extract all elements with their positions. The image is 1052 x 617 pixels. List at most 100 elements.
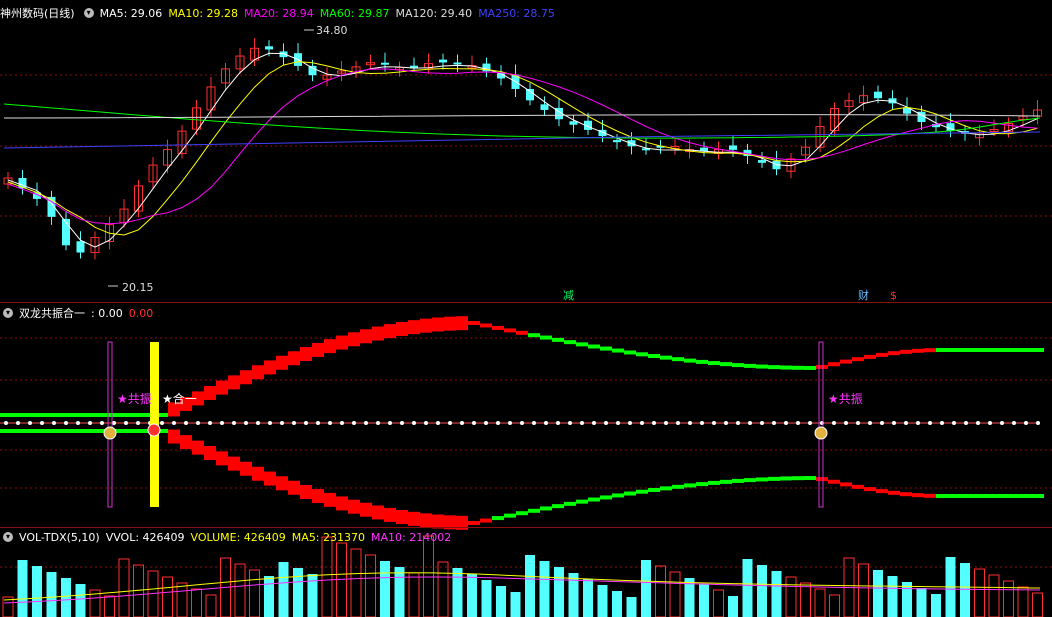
zero-dot	[1024, 421, 1028, 425]
dragon-upper-segment	[636, 352, 648, 357]
dragon-upper-segment	[432, 317, 444, 332]
dragon-lower-segment	[1008, 494, 1020, 498]
dragon-lower-segment	[1020, 494, 1032, 498]
dragon-upper-segment	[96, 413, 108, 417]
volume-bar	[742, 559, 753, 617]
dragon-lower-segment	[636, 489, 648, 494]
dragon-lower-segment	[888, 490, 900, 495]
dragon-lower-segment	[1032, 494, 1044, 498]
dragon-lower-segment	[684, 483, 696, 488]
dragon-upper-segment	[480, 323, 492, 328]
volume-bar	[437, 561, 449, 617]
zero-dot	[4, 421, 8, 425]
dragon-lower-segment	[828, 479, 840, 484]
zero-dot	[316, 421, 320, 425]
dragon-lower-segment	[48, 429, 60, 433]
dragon-lower-segment	[252, 466, 264, 481]
dragon-upper-segment	[120, 413, 132, 417]
zero-dot	[184, 421, 188, 425]
dragon-lower-segment	[780, 476, 792, 481]
volume-bar	[481, 580, 492, 617]
dragon-lower-segment	[312, 489, 324, 504]
volume-bar	[17, 560, 28, 617]
dragon-lower-segment	[396, 510, 408, 525]
volume-bar	[264, 576, 274, 617]
ma20-line	[7, 68, 1038, 225]
volume-bar	[785, 576, 797, 617]
dragon-upper-segment	[984, 348, 996, 352]
volume-bar	[234, 563, 246, 617]
volume-bar	[887, 576, 898, 617]
dragon-upper-segment	[420, 318, 432, 333]
event-marker-reduce[interactable]: 减	[563, 289, 574, 302]
dragon-lower-segment	[792, 476, 804, 481]
dragon-lower-segment	[300, 485, 312, 500]
dragon-lower-segment	[564, 501, 576, 506]
dragon-upper-segment	[336, 335, 348, 350]
zero-dot	[988, 421, 992, 425]
candle-body	[526, 88, 534, 101]
volume-bar	[162, 576, 173, 617]
zero-dot	[796, 421, 800, 425]
dragon-lower-segment	[372, 505, 384, 520]
panel-divider-1[interactable]	[0, 302, 1052, 303]
dragon-lower-segment	[288, 480, 300, 495]
zero-dot	[40, 421, 44, 425]
volume-bar	[583, 579, 593, 617]
volume-bar	[655, 565, 666, 617]
volume-bar	[757, 565, 767, 617]
dragon-upper-segment	[768, 365, 780, 370]
zero-dot	[628, 421, 632, 425]
dragon-upper-segment	[780, 365, 792, 370]
dragon-lower-segment	[660, 486, 672, 491]
volume-bars	[2, 535, 1043, 617]
volume-bar	[336, 542, 347, 617]
dragon-lower-segment	[336, 496, 348, 511]
dragon-lower-segment	[744, 478, 756, 483]
volume-bar	[728, 596, 738, 617]
dragon-lower-segment	[672, 484, 684, 489]
dragon-lower-segment	[180, 435, 192, 450]
zero-dot	[1036, 421, 1040, 425]
dragon-upper-segment	[840, 359, 852, 364]
dragon-lower-segment	[696, 482, 708, 487]
zero-dot	[688, 421, 692, 425]
dragon-lower-segment	[12, 429, 24, 433]
dragon-lower-segment	[516, 511, 528, 516]
dragon-upper-segment	[516, 330, 528, 335]
dragon-upper-segment	[204, 385, 216, 400]
zero-dot	[604, 421, 608, 425]
dragon-upper-segment	[288, 351, 300, 366]
volume-settings-icon[interactable]: ▾	[3, 532, 13, 542]
dragon-lower-segment	[420, 513, 432, 528]
volume-bar	[321, 536, 333, 617]
zero-dot	[892, 421, 896, 425]
indicator-settings-icon[interactable]: ▾	[3, 308, 13, 318]
dragon-upper-segment	[924, 348, 936, 353]
low-price-annotation: 20.15	[108, 281, 154, 294]
volume-bar	[249, 569, 260, 617]
dragon-lower-segment	[204, 446, 216, 461]
zero-dot	[952, 421, 956, 425]
dragon-upper-segment	[372, 326, 384, 341]
zero-dot	[388, 421, 392, 425]
dragon-upper-segment	[576, 342, 588, 347]
dragon-lower-segment	[804, 476, 816, 481]
dragon-lower-segment	[996, 494, 1008, 498]
volume-bar	[858, 563, 869, 617]
zero-dot	[904, 421, 908, 425]
zero-dot	[868, 421, 872, 425]
volume-bar	[612, 591, 622, 617]
stock-chart-window: 神州数码(日线) ▾ MA5: 29.06 MA10: 29.28 MA20: …	[0, 0, 1052, 617]
zero-dot	[844, 421, 848, 425]
dragon-lower-segment	[732, 478, 744, 483]
zero-dot	[352, 421, 356, 425]
dragon-upper-segment	[504, 328, 516, 333]
dragon-lower-segment	[648, 487, 660, 492]
volume-label: VOLUME: 426409	[190, 530, 286, 544]
zero-dot	[544, 421, 548, 425]
event-marker-finance[interactable]: 财	[858, 288, 869, 302]
event-marker-dollar[interactable]: $	[890, 289, 897, 302]
volume-bar	[423, 535, 434, 617]
zero-dot	[808, 421, 812, 425]
